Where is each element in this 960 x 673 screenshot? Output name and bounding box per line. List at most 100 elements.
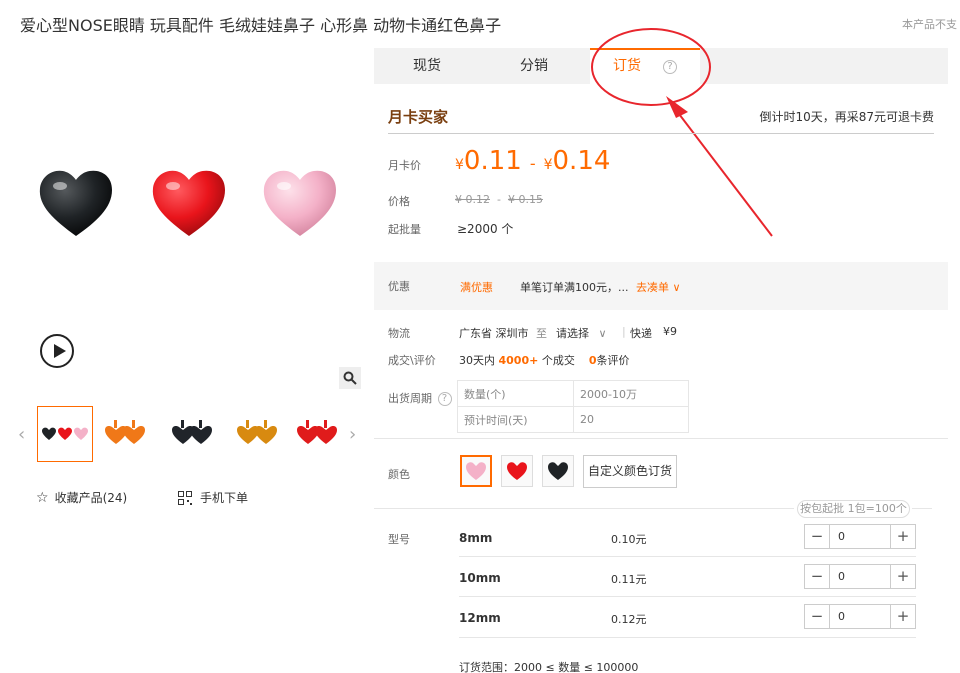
delivery-period-label: 出货周期 ? (388, 390, 452, 406)
custom-color-order-button[interactable]: 自定义颜色订货 (583, 455, 677, 488)
minus-button[interactable]: − (805, 525, 829, 548)
countdown-text: 倒计时10天，再采87元可退卡费 (759, 110, 934, 124)
pink-heart-icon (466, 462, 486, 480)
size-price: 0.11元 (611, 573, 647, 586)
deals-summary: 30天内 4000+ 个成交 0条评价 (459, 354, 630, 367)
red-nose-pair-icon (297, 420, 337, 444)
black-nose-pair-icon (172, 420, 212, 444)
black-heart-icon (548, 462, 568, 480)
unsupported-note: 本产品不支 (902, 18, 957, 31)
promo-tag: 满优惠 (460, 281, 493, 294)
red-heart-icon (152, 170, 225, 236)
help-icon[interactable]: ? (663, 60, 677, 74)
pack-note-badge: 按包起批 1包=100个 (797, 500, 910, 518)
plus-button[interactable]: + (891, 525, 915, 548)
divider (459, 637, 916, 638)
thumbnail[interactable] (163, 406, 219, 462)
size-price: 0.12元 (611, 613, 647, 626)
color-label: 颜色 (388, 468, 410, 481)
promo-band: 优惠 满优惠 单笔订单满100元，... 去凑单 ∨ (374, 262, 948, 310)
pink-heart-icon (263, 170, 336, 236)
color-swatch-red[interactable] (501, 455, 533, 487)
divider (459, 556, 916, 557)
thumbnail[interactable] (288, 406, 344, 462)
ship-from: 广东省 深圳市 (459, 327, 529, 340)
promo-label: 优惠 (388, 280, 410, 293)
table-cell: 数量(个) (457, 380, 574, 407)
size-label: 型号 (388, 533, 410, 546)
quantity-stepper[interactable]: − 0 + (804, 604, 916, 629)
magnifier-icon (343, 371, 357, 385)
divider (912, 508, 932, 509)
size-name: 8mm (459, 531, 493, 545)
logistics-label: 物流 (388, 327, 410, 340)
month-card-header: 月卡买家 倒计时10天，再采87元可退卡费 (388, 106, 934, 134)
table-row: 数量(个) 2000-10万 (457, 380, 689, 407)
mobile-order-label: 手机下单 (200, 491, 249, 505)
play-video-button[interactable] (40, 334, 74, 368)
divider (374, 438, 948, 439)
card-price: ¥0.11 - ¥0.14 (455, 146, 611, 176)
amber-nose-pair-icon (237, 420, 277, 444)
quantity-stepper[interactable]: − 0 + (804, 524, 916, 549)
table-row: 预计时间(天) 20 (457, 406, 689, 433)
minus-button[interactable]: − (805, 605, 829, 628)
shipping-method: 快递 (630, 327, 652, 340)
destination-select[interactable]: 请选择 ∨ (556, 325, 607, 341)
star-icon: ☆ (36, 489, 49, 506)
divider (459, 596, 916, 597)
table-cell: 2000-10万 (573, 380, 689, 407)
color-swatch-pink[interactable] (460, 455, 492, 487)
thumbnail[interactable] (37, 406, 93, 462)
min-order-value: ≥2000 个 (457, 222, 514, 236)
help-icon[interactable]: ? (437, 392, 452, 406)
deals-label: 成交\评价 (388, 354, 436, 367)
divider (374, 508, 794, 509)
color-swatch-black[interactable] (542, 455, 574, 487)
size-name: 10mm (459, 571, 501, 585)
original-price-label: 价格 (388, 195, 410, 208)
min-order-label: 起批量 (388, 223, 421, 236)
table-cell: 20 (573, 406, 689, 433)
chevron-down-icon: ∨ (598, 327, 607, 340)
quantity-input[interactable]: 0 (829, 525, 891, 548)
original-price: ¥ 0.12 - ¥ 0.15 (455, 193, 543, 206)
table-cell: 预计时间(天) (457, 406, 574, 433)
thumbnail[interactable] (228, 406, 284, 462)
shipping-fee: ¥9 (663, 325, 677, 338)
promo-link[interactable]: 去凑单 ∨ (636, 279, 681, 295)
plus-button[interactable]: + (891, 605, 915, 628)
qr-code-icon (178, 490, 192, 505)
main-product-image[interactable] (20, 90, 360, 360)
order-range: 订货范围：2000 ≤ 数量 ≤ 100000 (459, 661, 639, 673)
thumb-next-arrow[interactable]: › (349, 424, 356, 445)
size-name: 12mm (459, 611, 501, 625)
zoom-button[interactable] (339, 367, 361, 389)
plus-button[interactable]: + (891, 565, 915, 588)
quantity-input[interactable]: 0 (829, 565, 891, 588)
purchase-tabs: 现货 分销 订货? (374, 48, 948, 84)
orange-nose-pair-icon (105, 420, 145, 444)
promo-text: 单笔订单满100元，... (520, 281, 629, 294)
ship-to-label: 至 (536, 327, 547, 340)
red-heart-icon (507, 462, 527, 480)
quantity-input[interactable]: 0 (829, 605, 891, 628)
favorite-label: 收藏产品(24) (54, 491, 128, 505)
card-price-label: 月卡价 (388, 159, 421, 172)
product-title: 爱心型NOSE眼睛 玩具配件 毛绒娃娃鼻子 心形鼻 动物卡通红色鼻子 (20, 16, 502, 35)
quantity-stepper[interactable]: − 0 + (804, 564, 916, 589)
separator: | (622, 325, 626, 338)
thumb-prev-arrow[interactable]: ‹ (18, 424, 25, 445)
delivery-table: 数量(个) 2000-10万 预计时间(天) 20 (457, 380, 689, 433)
tab-stock[interactable]: 现货 (374, 48, 480, 84)
month-card-title: 月卡买家 (388, 108, 449, 126)
favorite-button[interactable]: ☆ 收藏产品(24) (36, 489, 127, 506)
thumbnail[interactable] (96, 406, 152, 462)
tab-distribution[interactable]: 分销 (480, 48, 588, 84)
hearts-thumbnail-icon (42, 427, 88, 440)
tab-order[interactable]: 订货? (590, 48, 700, 84)
black-heart-icon (39, 170, 112, 236)
minus-button[interactable]: − (805, 565, 829, 588)
mobile-order-button[interactable]: 手机下单 (178, 489, 248, 506)
size-price: 0.10元 (611, 533, 647, 546)
